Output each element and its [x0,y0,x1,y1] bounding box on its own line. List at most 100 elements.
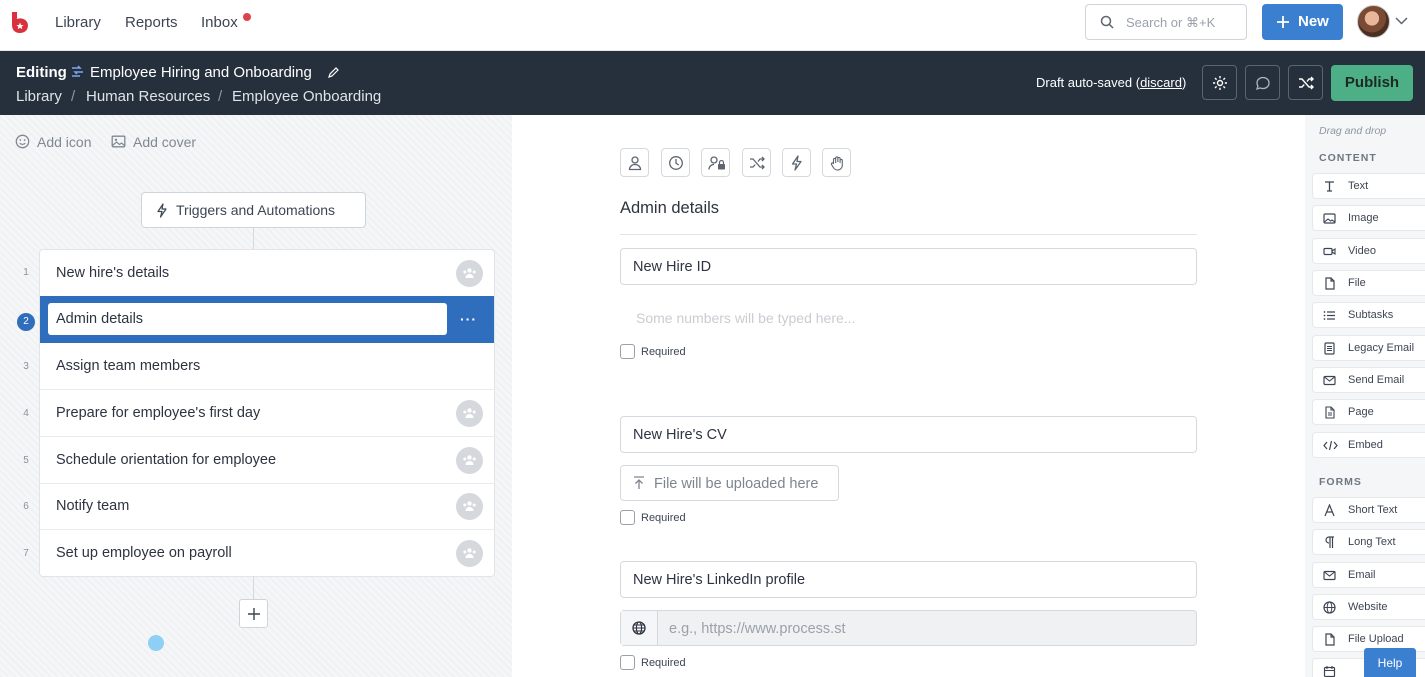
task-number: 3 [23,361,29,372]
text-icon [1325,181,1334,192]
widget-text[interactable]: Text [1312,173,1425,199]
task-label: Notify team [56,498,130,514]
assign-button[interactable] [620,148,649,177]
field-label-input[interactable]: New Hire's CV [620,416,1197,453]
connector-line [253,577,254,599]
triggers-label: Triggers and Automations [176,202,336,218]
breadcrumb-separator: / [218,88,223,105]
discard-link[interactable]: discard [1140,75,1182,90]
draft-status: Draft auto-saved (discard) [1036,75,1187,90]
workflow-icon [72,65,83,77]
image-icon [111,135,126,148]
upload-placeholder: File will be uploaded here [654,476,819,492]
chevron-down-icon[interactable] [1395,17,1408,25]
due-date-button[interactable] [661,148,690,177]
widget-page[interactable]: Page [1312,399,1425,425]
stop-task-button[interactable] [822,148,851,177]
file-icon [1325,633,1335,646]
add-task-button[interactable] [239,599,268,628]
widget-embed[interactable]: Embed [1312,432,1425,458]
more-options-button[interactable]: ··· [460,311,477,327]
task-label: Schedule orientation for employee [56,452,277,468]
task-row-selected[interactable]: Admin details ··· [40,296,494,343]
permissions-icon [708,156,725,170]
legacy-email-icon [1324,342,1335,355]
permissions-button[interactable] [701,148,730,177]
edit-pencil-icon[interactable] [328,66,340,78]
required-label: Required [641,512,686,524]
checkbox[interactable] [620,344,635,359]
lightning-icon [157,203,167,218]
task-row[interactable]: New hire's details [40,250,494,297]
widget-email[interactable]: Email [1312,562,1425,588]
widget-label: Send Email [1348,374,1405,386]
checkbox[interactable] [620,655,635,670]
search-box[interactable]: Search or ⌘+K [1085,4,1247,40]
widget-subtasks[interactable]: Subtasks [1312,302,1425,328]
widget-file[interactable]: File [1312,270,1425,296]
editing-label: Editing [16,64,67,81]
task-label: Prepare for employee's first day [56,405,261,421]
required-label: Required [641,657,686,669]
file-upload-preview: File will be uploaded here [620,465,839,501]
task-row[interactable]: Assign team members [40,343,494,390]
settings-button[interactable] [1202,65,1237,100]
widget-label: Website [1348,601,1388,613]
assignees-button[interactable] [456,447,483,474]
template-title[interactable]: Employee Hiring and Onboarding [90,64,312,81]
widget-send-email[interactable]: Send Email [1312,367,1425,393]
user-avatar[interactable] [1357,5,1390,38]
nav-link-inbox[interactable]: Inbox [201,14,238,31]
nav-link-reports[interactable]: Reports [125,14,178,31]
list-icon [1323,311,1335,320]
task-name-input[interactable]: Admin details [48,303,447,335]
assignees-button[interactable] [456,540,483,567]
triggers-automations-button[interactable]: Triggers and Automations [141,192,366,228]
field-label-input[interactable]: New Hire ID [620,248,1197,285]
task-number-selected: 2 [17,313,35,331]
assignees-button[interactable] [456,400,483,427]
assignee-icon [628,156,642,171]
task-row[interactable]: Prepare for employee's first day [40,390,494,437]
widget-long-text[interactable]: Long Text [1312,529,1425,555]
assignees-button[interactable] [456,260,483,287]
publish-button[interactable]: Publish [1331,65,1413,101]
breadcrumb-human-resources[interactable]: Human Resources [86,88,210,105]
nav-link-library[interactable]: Library [55,14,101,31]
widget-short-text[interactable]: Short Text [1312,497,1425,523]
app-logo-icon[interactable] [10,10,30,34]
widget-website[interactable]: Website [1312,594,1425,620]
image-icon [1323,213,1336,224]
breadcrumb-employee-onboarding[interactable]: Employee Onboarding [232,88,381,105]
automation-button[interactable] [782,148,811,177]
task-row[interactable]: Schedule orientation for employee [40,437,494,484]
widget-legacy-email[interactable]: Legacy Email [1312,335,1425,361]
new-button[interactable]: New [1262,4,1343,40]
comments-button[interactable] [1245,65,1280,100]
conditional-logic-button[interactable] [1288,65,1323,100]
shuffle-icon [1299,76,1314,90]
top-navigation: Library Reports Inbox Search or ⌘+K New [0,0,1425,51]
widget-image[interactable]: Image [1312,205,1425,231]
new-button-label: New [1298,13,1329,30]
widget-label: Page [1348,406,1374,418]
assignees-button[interactable] [456,493,483,520]
widget-label: Embed [1348,439,1383,451]
help-button[interactable]: Help [1364,648,1416,677]
drag-drop-hint: Drag and drop [1319,125,1387,137]
checkbox[interactable] [620,510,635,525]
breadcrumb-library[interactable]: Library [16,88,62,105]
widget-label: Email [1348,569,1376,581]
task-row[interactable]: Set up employee on payroll [40,530,494,577]
task-row[interactable]: Notify team [40,483,494,530]
field-label-input[interactable]: New Hire's LinkedIn profile [620,561,1197,598]
widget-video[interactable]: Video [1312,238,1425,264]
section-title[interactable]: Admin details [620,199,719,218]
conditional-logic-button[interactable] [742,148,771,177]
search-icon [1100,15,1114,29]
clock-icon [669,156,683,170]
people-icon [463,455,476,465]
draft-status-text: Draft auto-saved [1036,75,1133,90]
file-icon [1325,277,1335,290]
short-text-icon [1324,504,1335,517]
